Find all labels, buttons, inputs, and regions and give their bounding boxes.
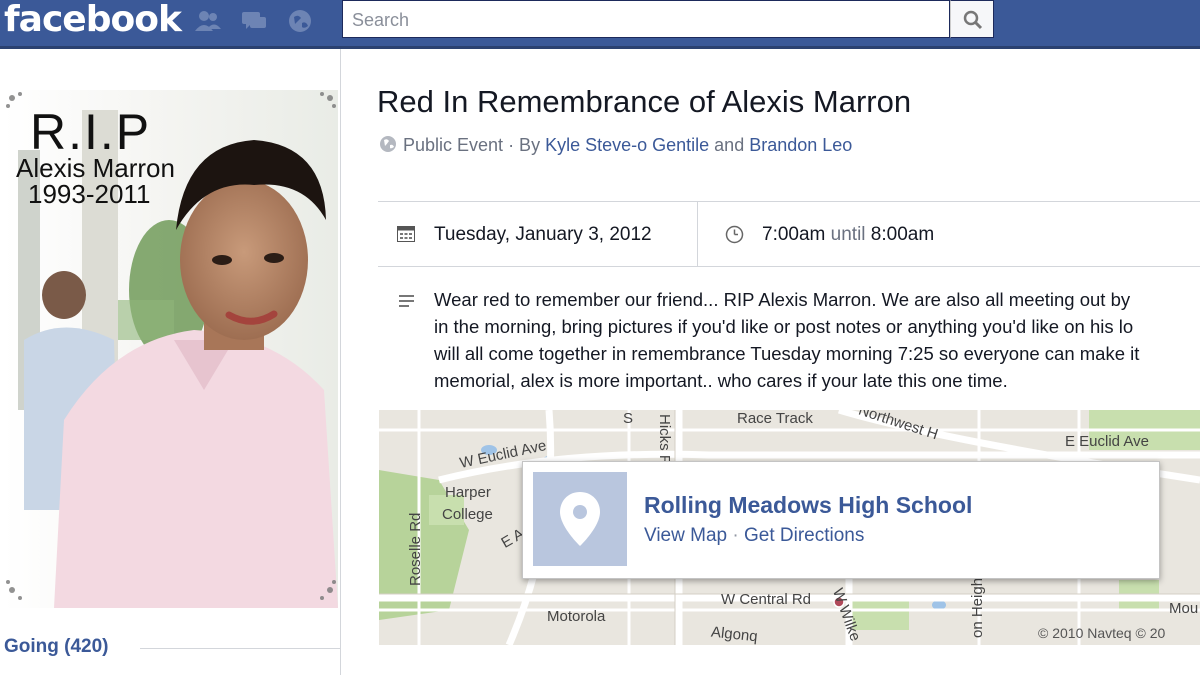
description-line: memorial, alex is more important.. who c…: [434, 370, 1008, 391]
messages-icon[interactable]: [240, 9, 268, 33]
memorial-years: 1993-2011: [28, 179, 151, 209]
location-thumbnail[interactable]: [533, 472, 627, 566]
top-navigation-bar: facebook Search: [0, 0, 1200, 49]
search-placeholder: Search: [352, 10, 410, 30]
search-input[interactable]: Search: [342, 0, 950, 38]
description-line: Wear red to remember our friend... RIP A…: [434, 289, 1131, 310]
description-line: will all come together in remembrance Tu…: [434, 343, 1140, 364]
map-label-e-euclid: E Euclid Ave: [1065, 433, 1149, 450]
get-directions-link[interactable]: Get Directions: [744, 525, 864, 546]
info-bottom-divider: [378, 266, 1200, 267]
calendar-icon: [397, 226, 415, 242]
description-line: in the morning, bring pictures if you'd …: [434, 316, 1134, 337]
time-until: until: [825, 224, 871, 245]
event-time: 7:00am until 8:00am: [762, 224, 934, 246]
map-label-harper: Harper: [445, 484, 491, 501]
search-icon: [963, 10, 983, 30]
map-label-heigh: on Heigh: [969, 577, 986, 638]
view-map-link[interactable]: View Map: [644, 525, 727, 546]
globe-icon: [380, 136, 396, 152]
by-separator: · By: [503, 135, 546, 155]
map-label-motorola: Motorola: [547, 608, 606, 625]
privacy-label: Public Event: [403, 135, 504, 155]
map-label-college: College: [442, 506, 493, 523]
map-label-w-central: W Central Rd: [721, 591, 812, 608]
event-date: Tuesday, January 3, 2012: [434, 224, 652, 245]
map-label-hicks: Hicks R: [656, 414, 673, 466]
event-description: Wear red to remember our friend... RIP A…: [434, 286, 1200, 394]
time-end: 8:00am: [870, 224, 935, 245]
info-top-divider: [378, 201, 1200, 202]
map-label-race-track: Race Track: [737, 410, 813, 427]
link-separator: ·: [727, 525, 744, 546]
going-count-link[interactable]: Going (420): [4, 636, 109, 658]
map-label-mou: Mou: [1169, 600, 1199, 617]
map-label-s: S: [623, 410, 634, 427]
location-name-link[interactable]: Rolling Meadows High School: [644, 492, 972, 519]
location-card[interactable]: Rolling Meadows High School View Map · G…: [522, 461, 1160, 579]
column-divider: [340, 49, 341, 675]
time-start: 7:00am: [762, 224, 826, 245]
memorial-name: Alexis Marron: [16, 153, 175, 183]
and-text: and: [709, 135, 750, 155]
clock-icon: [725, 225, 744, 244]
host-link-brandon[interactable]: Brandon Leo: [749, 135, 852, 155]
info-vertical-divider: [697, 201, 698, 267]
map-copyright: © 2010 Navteq © 20: [1038, 625, 1166, 641]
rip-heading: R.I.P: [30, 104, 152, 160]
map-pin-icon: [560, 492, 600, 546]
host-link-kyle[interactable]: Kyle Steve-o Gentile: [545, 135, 709, 155]
going-divider: [140, 648, 340, 649]
location-links: View Map · Get Directions: [644, 525, 864, 547]
description-icon: [399, 295, 414, 307]
search-button[interactable]: [950, 0, 994, 38]
event-meta: Public Event · By Kyle Steve-o Gentile a…: [379, 135, 852, 156]
map-label-roselle: Roselle Rd: [407, 512, 424, 586]
facebook-logo[interactable]: facebook: [4, 0, 182, 40]
event-title: Red In Remembrance of Alexis Marron: [377, 84, 912, 119]
friend-requests-icon[interactable]: [194, 9, 222, 33]
notifications-icon[interactable]: [286, 9, 314, 33]
